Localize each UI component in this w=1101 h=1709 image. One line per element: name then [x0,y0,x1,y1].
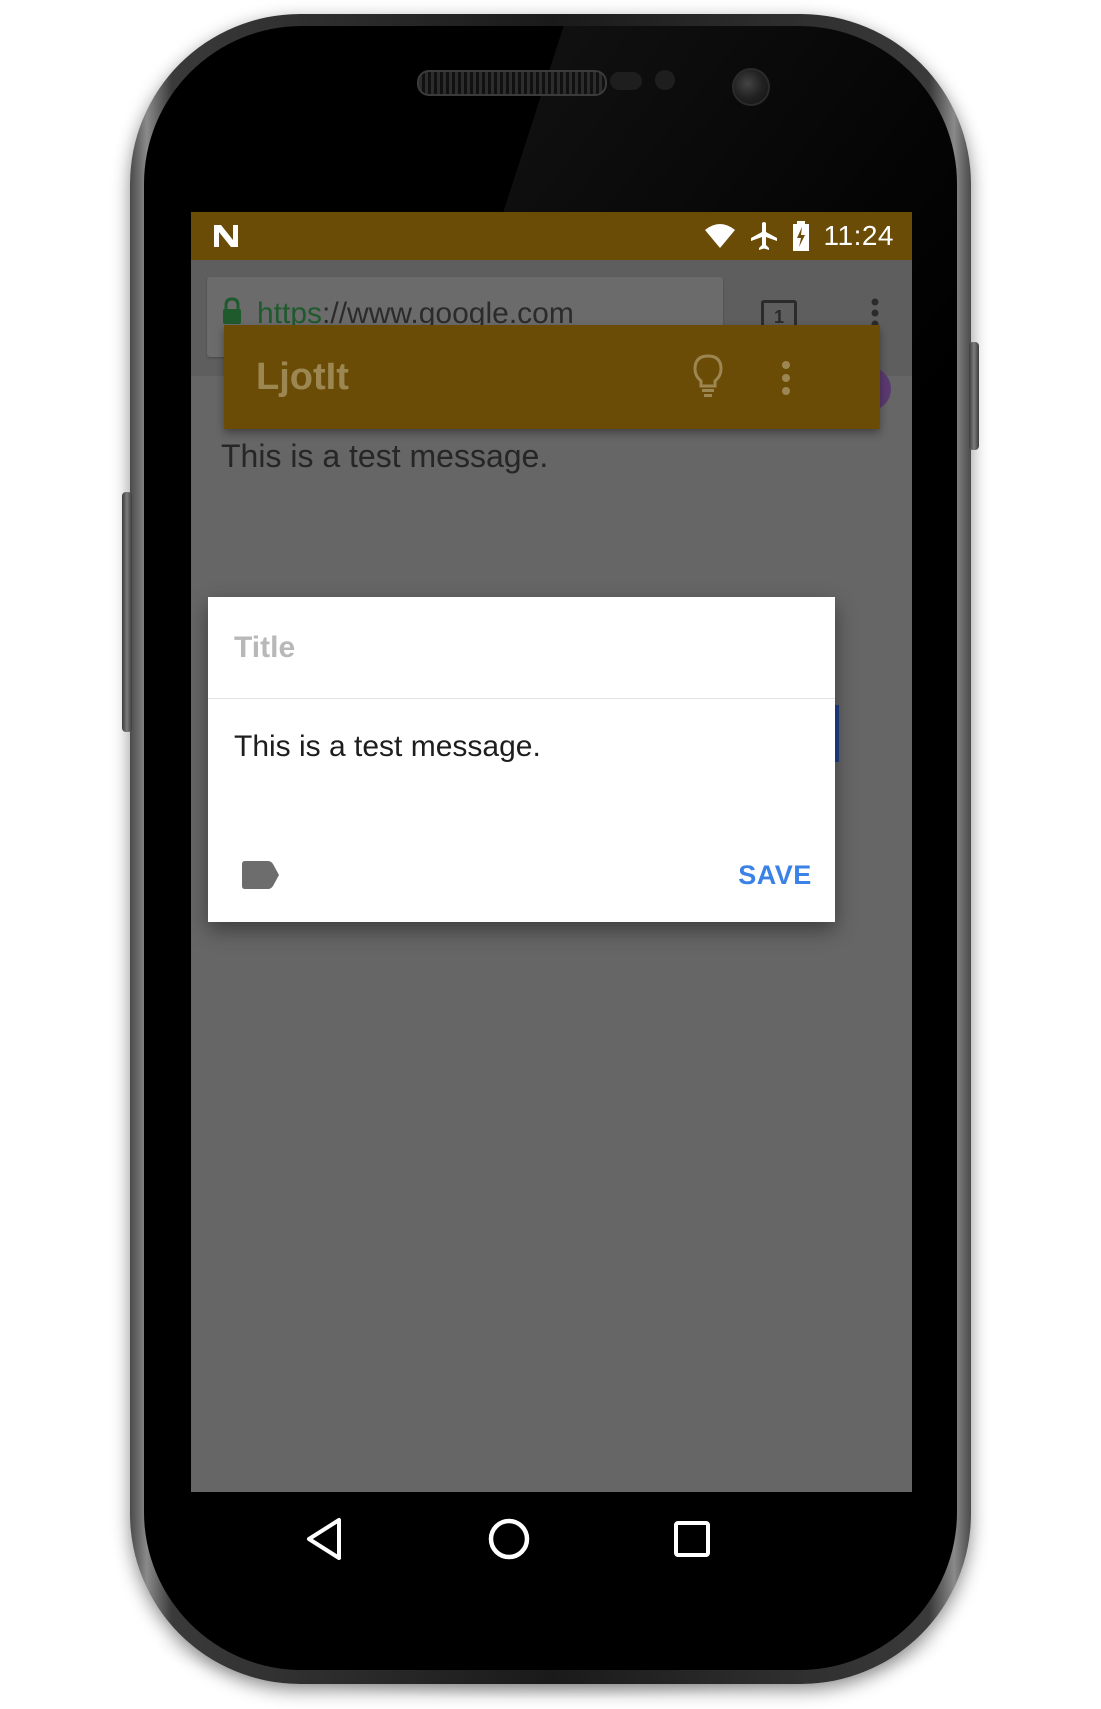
home-icon[interactable] [484,1514,534,1564]
front-camera [732,68,770,106]
note-body-text[interactable]: This is a test message. [234,730,541,764]
wifi-icon [704,224,735,248]
background-note-text: This is a test message. [221,438,549,474]
device-screen: 11:24 https://www.google.com 1 LjotIt Th… [191,212,912,1492]
status-icons: 11:24 [704,220,895,252]
volume-button [122,492,132,732]
battery-charging-icon [792,221,809,251]
light-sensor [655,70,675,90]
lightbulb-icon[interactable] [690,353,726,399]
notification-n-icon [214,225,238,247]
app-title: LjotIt [256,356,349,398]
power-button [969,342,979,450]
dialog-edge-accent [835,705,839,762]
app-bar: LjotIt [224,325,880,429]
recents-icon[interactable] [667,1514,717,1564]
proximity-sensor [610,72,642,90]
airplane-icon [750,222,777,250]
save-button[interactable]: SAVE [729,853,821,897]
more-vert-icon[interactable] [772,359,800,399]
navigation-bar [191,1492,912,1584]
lock-icon [223,297,241,324]
note-dialog: This is a test message. SAVE [208,597,835,922]
earpiece-speaker [417,70,607,96]
status-bar: 11:24 [191,212,912,260]
label-tag-icon[interactable] [242,861,280,889]
title-input[interactable] [208,597,835,699]
status-time: 11:24 [823,220,894,251]
back-icon[interactable] [301,1514,351,1564]
